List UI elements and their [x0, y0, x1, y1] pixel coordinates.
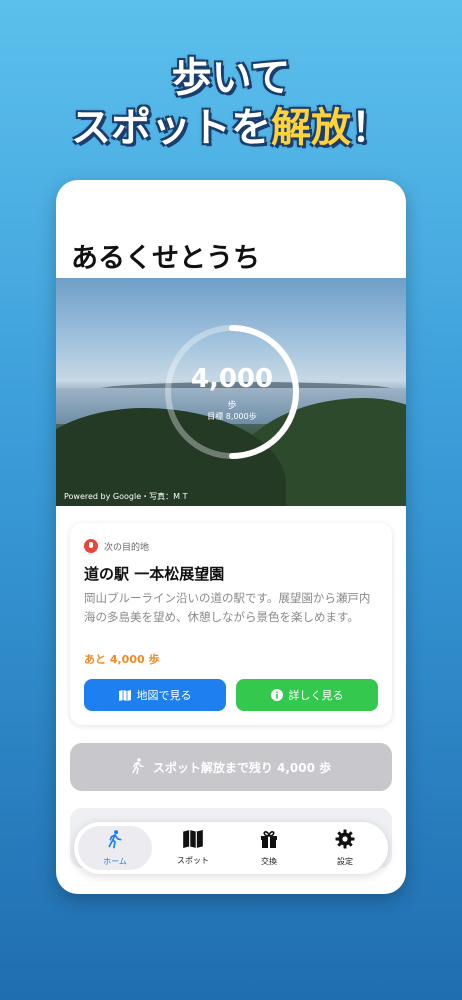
- map-icon: [183, 830, 203, 852]
- walk-icon: [131, 757, 145, 777]
- page-title: あるくせとうち: [71, 243, 260, 274]
- map-icon: [118, 689, 131, 701]
- map-button[interactable]: 地図で見る: [84, 679, 226, 711]
- next-destination-row: 次の目的地: [84, 539, 149, 553]
- headline-prefix: スポットを: [71, 105, 271, 151]
- tab-settings-label: 設定: [337, 857, 353, 866]
- photo-credit: Powered by Google・写真：M T: [64, 492, 188, 501]
- phone-screen: あるくせとうち 4,000 歩 目標 8,000歩 Powered by Goo…: [56, 180, 406, 894]
- map-button-label: 地図で見る: [136, 689, 192, 702]
- tab-home-label: ホーム: [103, 857, 127, 866]
- location-pin-icon: [84, 539, 98, 553]
- promo-headline: 歩いて スポットを解放！: [0, 54, 462, 154]
- step-progress-ring: 4,000 歩 目標 8,000歩: [162, 322, 302, 462]
- remaining-steps: あと 4,000 歩: [84, 653, 160, 666]
- tab-exchange-label: 交換: [261, 857, 277, 866]
- tab-exchange[interactable]: 交換: [232, 826, 306, 870]
- destination-name: 道の駅 一本松展望園: [84, 565, 225, 583]
- details-button[interactable]: 詳しく見る: [236, 679, 378, 711]
- destination-description: 岡山ブルーライン沿いの道の駅です。展望園から瀬戸内海の多島美を望め、休憩しながら…: [84, 591, 371, 624]
- gear-icon: [335, 829, 355, 853]
- info-icon: [270, 689, 283, 701]
- gift-icon: [259, 829, 279, 853]
- headline-highlight: 解放: [271, 105, 351, 151]
- destination-card: 次の目的地 道の駅 一本松展望園 岡山ブルーライン沿いの道の駅です。展望園から瀬…: [70, 523, 392, 725]
- unlock-label: スポット解放まで残り 4,000 歩: [152, 760, 332, 775]
- walk-icon: [107, 829, 123, 853]
- tab-bar: ホーム スポット 交換 設定: [74, 822, 388, 874]
- tab-home[interactable]: ホーム: [78, 826, 152, 870]
- headline-suffix: ！: [351, 105, 391, 151]
- headline-line2: スポットを解放！: [0, 102, 462, 154]
- hero-image: 4,000 歩 目標 8,000歩 Powered by Google・写真：M…: [56, 278, 406, 506]
- tab-spots-label: スポット: [177, 856, 209, 865]
- details-button-label: 詳しく見る: [288, 689, 344, 702]
- next-destination-label: 次の目的地: [104, 542, 150, 553]
- tab-settings[interactable]: 設定: [308, 826, 382, 870]
- tab-spots[interactable]: スポット: [156, 826, 230, 870]
- step-count: 4,000: [190, 364, 274, 394]
- step-goal: 目標 8,000歩: [207, 412, 257, 421]
- unlock-spot-button[interactable]: スポット解放まで残り 4,000 歩: [70, 743, 392, 791]
- headline-line1: 歩いて: [171, 55, 291, 101]
- step-unit: 歩: [227, 401, 237, 411]
